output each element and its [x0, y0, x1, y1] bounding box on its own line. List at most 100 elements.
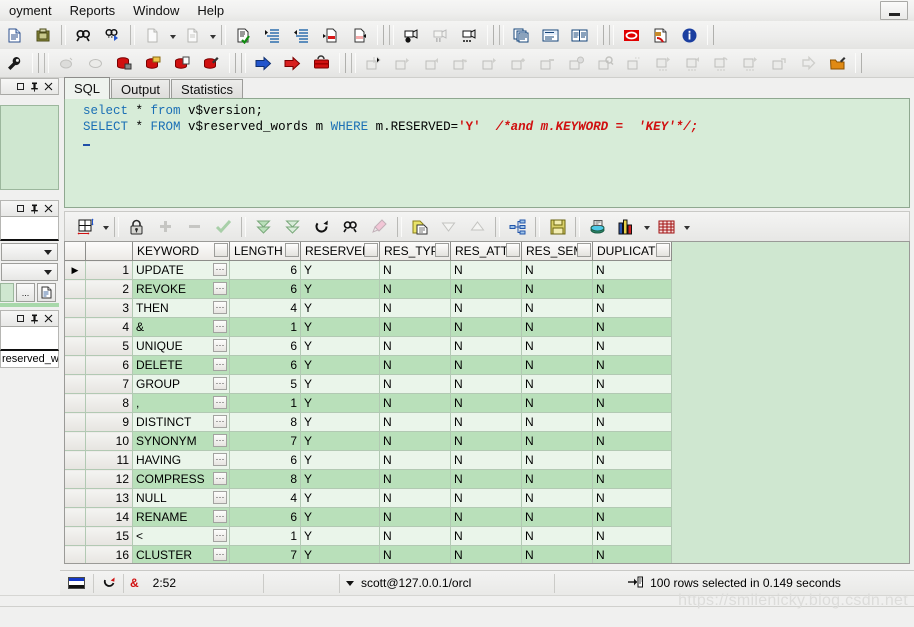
cell-res-attr[interactable]: N [450, 507, 522, 527]
cell-res-semi[interactable]: N [521, 488, 593, 508]
cell-reserved[interactable]: Y [300, 412, 380, 432]
cell-res-attr[interactable]: N [450, 450, 522, 470]
cell-res-type[interactable]: N [379, 450, 451, 470]
add-row-icon[interactable] [152, 214, 179, 240]
table-row[interactable]: 14 RENAME ··· 6 Y N N N N [65, 507, 672, 527]
cell-duplicate[interactable]: N [592, 260, 672, 280]
sort-ascending-icon[interactable] [464, 214, 491, 240]
cell-duplicate[interactable]: N [592, 526, 672, 546]
cell-reserved[interactable]: Y [300, 317, 380, 337]
chart-dropdown-icon[interactable] [641, 215, 652, 239]
cell-keyword[interactable]: RENAME ··· [132, 507, 230, 527]
paste-dropdown-icon[interactable] [207, 23, 218, 47]
table-row[interactable]: 11 HAVING ··· 6 Y N N N N [65, 450, 672, 470]
row-indicator-cell[interactable] [65, 374, 86, 394]
cell-reserved[interactable]: Y [300, 488, 380, 508]
header-res-semi-filter-button[interactable] [577, 243, 591, 257]
cell-length[interactable]: 5 [229, 374, 301, 394]
cell-reserved[interactable]: Y [300, 507, 380, 527]
menu-window[interactable]: Window [124, 1, 188, 20]
row-indicator-cell[interactable]: ▶ [65, 260, 86, 280]
cell-editor-button[interactable]: ··· [213, 548, 227, 561]
cell-duplicate[interactable]: N [592, 393, 672, 413]
cell-keyword[interactable]: SYNONYM ··· [132, 431, 230, 451]
cell-keyword[interactable]: HAVING ··· [132, 450, 230, 470]
cell-res-type[interactable]: N [379, 412, 451, 432]
minimize-button[interactable] [880, 1, 908, 20]
cell-res-semi[interactable]: N [521, 317, 593, 337]
record-macro-icon[interactable] [398, 22, 425, 48]
highlight-icon[interactable] [366, 214, 393, 240]
cell-res-semi[interactable]: N [521, 469, 593, 489]
cell-duplicate[interactable]: N [592, 355, 672, 375]
cell-length[interactable]: 1 [229, 317, 301, 337]
cell-keyword[interactable]: DISTINCT ··· [132, 412, 230, 432]
tab-output[interactable]: Output [111, 79, 171, 99]
cell-res-attr[interactable]: N [450, 374, 522, 394]
header-length[interactable]: LENGTH [229, 242, 301, 261]
info-icon[interactable] [676, 22, 703, 48]
copy-dropdown-icon[interactable] [167, 23, 178, 47]
header-reserved-filter-button[interactable] [364, 243, 378, 257]
obj-run-dots-icon[interactable] [737, 50, 764, 76]
cell-res-attr[interactable]: N [450, 469, 522, 489]
cell-res-semi[interactable]: N [521, 260, 593, 280]
chevron-down-icon[interactable] [346, 580, 354, 586]
cell-res-type[interactable]: N [379, 488, 451, 508]
copy-rows-icon[interactable] [406, 214, 433, 240]
row-indicator-cell[interactable] [65, 469, 86, 489]
comment-icon[interactable] [317, 22, 344, 48]
cell-res-type[interactable]: N [379, 317, 451, 337]
cell-editor-button[interactable]: ··· [213, 510, 227, 523]
cell-res-semi[interactable]: N [521, 431, 593, 451]
cell-editor-button[interactable]: ··· [213, 453, 227, 466]
results-grid[interactable]: KEYWORD LENGTH RESERVED RES_TYPE RES_ATT… [64, 241, 910, 564]
cell-res-type[interactable]: N [379, 355, 451, 375]
table-row[interactable]: ▶ 1 UPDATE ··· 6 Y N N N N [65, 260, 672, 280]
cell-res-semi[interactable]: N [521, 526, 593, 546]
header-res-semi[interactable]: RES_SEMI [521, 242, 593, 261]
cell-editor-button[interactable]: ··· [213, 282, 227, 295]
row-indicator-cell[interactable] [65, 507, 86, 527]
fetch-next-page-icon[interactable] [250, 214, 277, 240]
table-row[interactable]: 15 < ··· 1 Y N N N N [65, 526, 672, 546]
report-icon[interactable] [653, 214, 680, 240]
cell-duplicate[interactable]: N [592, 374, 672, 394]
cell-duplicate[interactable]: N [592, 279, 672, 299]
header-duplicate-filter-button[interactable] [656, 243, 670, 257]
table-row[interactable]: 6 DELETE ··· 6 Y N N N N [65, 355, 672, 375]
cell-res-attr[interactable]: N [450, 412, 522, 432]
cell-keyword[interactable]: REVOKE ··· [132, 279, 230, 299]
cell-res-attr[interactable]: N [450, 526, 522, 546]
tile-horizontal-icon[interactable] [537, 22, 564, 48]
view-as-tree-icon[interactable] [504, 214, 531, 240]
folder-tool-icon[interactable] [824, 50, 851, 76]
find-icon[interactable] [337, 214, 364, 240]
cell-length[interactable]: 8 [229, 412, 301, 432]
fetch-last-page-icon[interactable] [279, 214, 306, 240]
tab-statistics[interactable]: Statistics [171, 79, 244, 99]
oracle-icon[interactable] [618, 22, 645, 48]
row-number-cell[interactable]: 10 [85, 431, 133, 451]
table-row[interactable]: 5 UNIQUE ··· 6 Y N N N N [65, 336, 672, 356]
cell-length[interactable]: 6 [229, 450, 301, 470]
cell-length[interactable]: 8 [229, 469, 301, 489]
cell-keyword[interactable]: UPDATE ··· [132, 260, 230, 280]
table-row[interactable]: 13 NULL ··· 4 Y N N N N [65, 488, 672, 508]
row-indicator-cell[interactable] [65, 279, 86, 299]
row-number-cell[interactable]: 5 [85, 336, 133, 356]
table-row[interactable]: 3 THEN ··· 4 Y N N N N [65, 298, 672, 318]
obj-step-into-dots-icon[interactable] [650, 50, 677, 76]
row-number-cell[interactable]: 12 [85, 469, 133, 489]
cell-editor-button[interactable]: ··· [213, 396, 227, 409]
cell-length[interactable]: 6 [229, 355, 301, 375]
table-row[interactable]: 8, ··· 1 Y N N N N [65, 393, 672, 413]
cell-duplicate[interactable]: N [592, 431, 672, 451]
row-indicator-cell[interactable] [65, 317, 86, 337]
execute-blue-arrow-icon[interactable] [250, 50, 277, 76]
cell-res-type[interactable]: N [379, 298, 451, 318]
header-res-attr-filter-button[interactable] [506, 243, 520, 257]
cell-res-semi[interactable]: N [521, 412, 593, 432]
table-row[interactable]: 16 CLUSTER ··· 7 Y N N N N [65, 545, 672, 563]
cell-res-semi[interactable]: N [521, 507, 593, 527]
